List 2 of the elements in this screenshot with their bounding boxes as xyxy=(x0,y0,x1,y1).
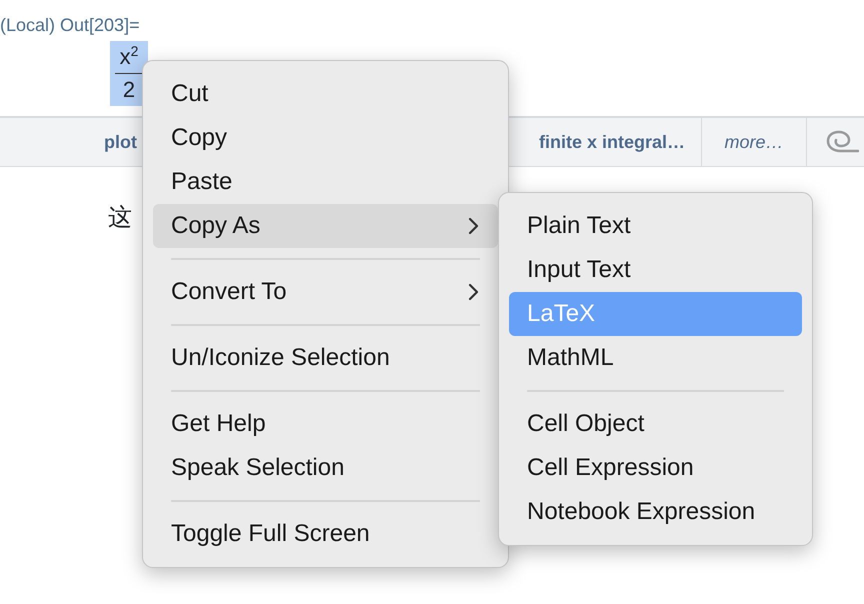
body-text: 这 xyxy=(108,203,132,233)
output-label: (Local) Out[203]= xyxy=(0,14,140,36)
